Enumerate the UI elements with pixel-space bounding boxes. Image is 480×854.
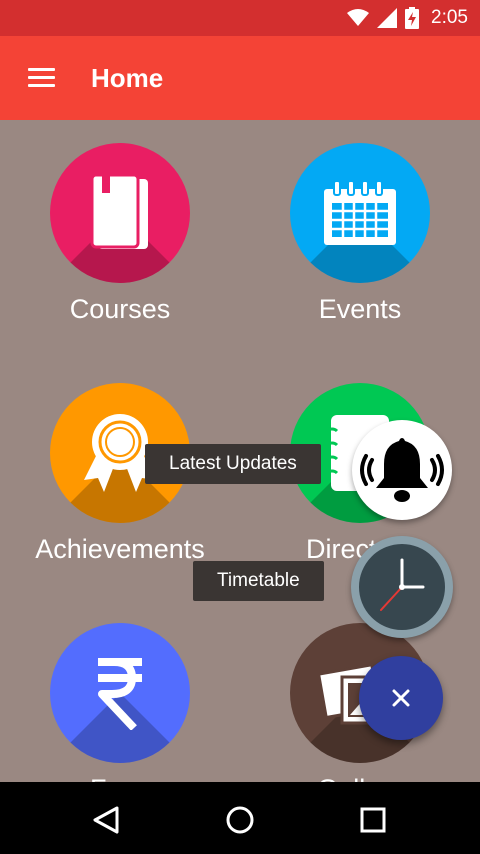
status-time: 2:05	[431, 7, 468, 28]
recents-icon[interactable]	[353, 800, 393, 840]
tile-label-gallery: Gallery	[240, 774, 480, 782]
hamburger-menu-icon[interactable]	[22, 62, 62, 94]
system-nav-bar	[0, 782, 480, 854]
home-icon[interactable]	[220, 800, 260, 840]
tile-label-events: Events	[318, 294, 402, 324]
calendar-icon	[324, 181, 396, 245]
bell-icon	[360, 438, 444, 502]
status-icons: 2:05	[347, 0, 468, 36]
tile-label-courses: Courses	[69, 294, 171, 324]
close-icon	[392, 689, 410, 707]
close-fab-button[interactable]	[359, 656, 443, 740]
home-grid: Courses Events Achievements Directory La…	[0, 120, 480, 782]
wifi-icon	[347, 9, 370, 26]
page-title: Home	[91, 63, 164, 93]
status-bar: 2:05	[0, 0, 480, 36]
tile-events[interactable]: Events	[240, 120, 480, 360]
app-bar: Home	[0, 36, 480, 120]
battery-charging-icon	[405, 7, 420, 29]
tile-courses[interactable]: Courses	[0, 120, 240, 360]
book-icon	[90, 175, 148, 249]
timetable-fab[interactable]	[351, 536, 453, 638]
clock-icon	[357, 542, 447, 632]
tile-circle-events	[290, 143, 430, 283]
latest-updates-fab[interactable]	[352, 420, 452, 520]
tile-circle-fees	[50, 623, 190, 763]
tile-circle-courses	[50, 143, 190, 283]
tile-label-fees: Fees	[0, 774, 240, 782]
tile-fees[interactable]: Fees	[0, 600, 240, 782]
back-icon[interactable]	[87, 800, 127, 840]
cell-signal-icon	[377, 8, 398, 28]
rupee-icon	[98, 658, 142, 730]
fab-menu-label-timetable[interactable]: Timetable	[193, 561, 324, 601]
fab-menu-label-latest-updates[interactable]: Latest Updates	[145, 444, 321, 484]
